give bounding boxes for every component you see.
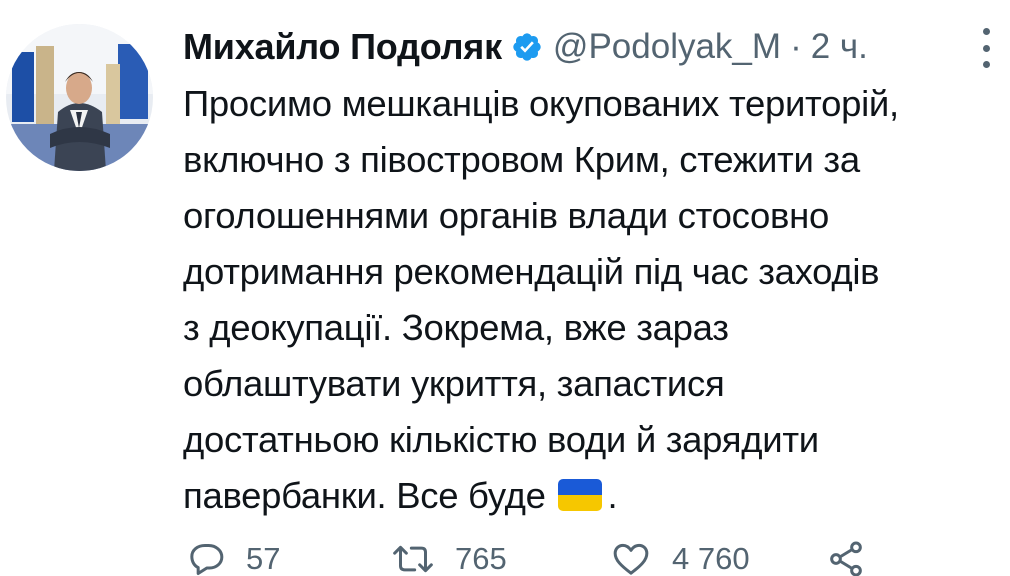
tweet-text-line: дотримання рекомендацій під час заходів (183, 251, 880, 292)
tweet-text-last-line: павербанки. Все буде . (183, 468, 1008, 524)
share-button[interactable] (826, 534, 866, 576)
verified-badge-icon (511, 31, 543, 63)
reply-count: 57 (246, 541, 281, 576)
separator-dot: · (790, 27, 802, 66)
tweet-text-after-emoji: . (607, 475, 618, 516)
tweet-text-before-emoji: павербанки. Все буде (183, 475, 546, 516)
tweet-text-line: облаштувати укриття, запастися (183, 363, 725, 404)
retweet-button[interactable]: 765 (391, 534, 507, 576)
avatar[interactable] (6, 24, 153, 171)
tweet-text-line: оголошеннями органів влади стосовно (183, 195, 829, 236)
tweet-text: Просимо мешканців окупованих територій, … (183, 76, 1008, 524)
ukraine-flag-icon (557, 478, 603, 512)
tweet-timestamp[interactable]: 2 ч. (811, 27, 868, 67)
author-name[interactable]: Михайло Подоляк (183, 26, 502, 68)
author-handle[interactable]: @Podolyak_M (553, 27, 781, 67)
tweet[interactable]: Михайло Подоляк @Podolyak_M · 2 ч. Проси… (0, 0, 1010, 576)
more-options-icon[interactable] (976, 28, 996, 68)
avatar-photo (6, 24, 153, 171)
like-count: 4 760 (672, 541, 750, 576)
tweet-actions: 57 765 4 760 (186, 534, 946, 576)
share-icon (826, 539, 866, 576)
like-button[interactable]: 4 760 (610, 534, 750, 576)
tweet-header: Михайло Подоляк @Podolyak_M · 2 ч. (183, 22, 868, 72)
reply-icon (186, 539, 226, 576)
tweet-text-line: включно з півостровом Крим, стежити за (183, 139, 860, 180)
tweet-text-line: Просимо мешканців окупованих територій, (183, 83, 899, 124)
like-icon (610, 539, 652, 576)
retweet-count: 765 (455, 541, 507, 576)
reply-button[interactable]: 57 (186, 534, 280, 576)
tweet-text-line: з деокупації. Зокрема, вже зараз (183, 307, 729, 348)
retweet-icon (391, 539, 435, 576)
tweet-text-line: достатньою кількістю води й зарядити (183, 419, 819, 460)
